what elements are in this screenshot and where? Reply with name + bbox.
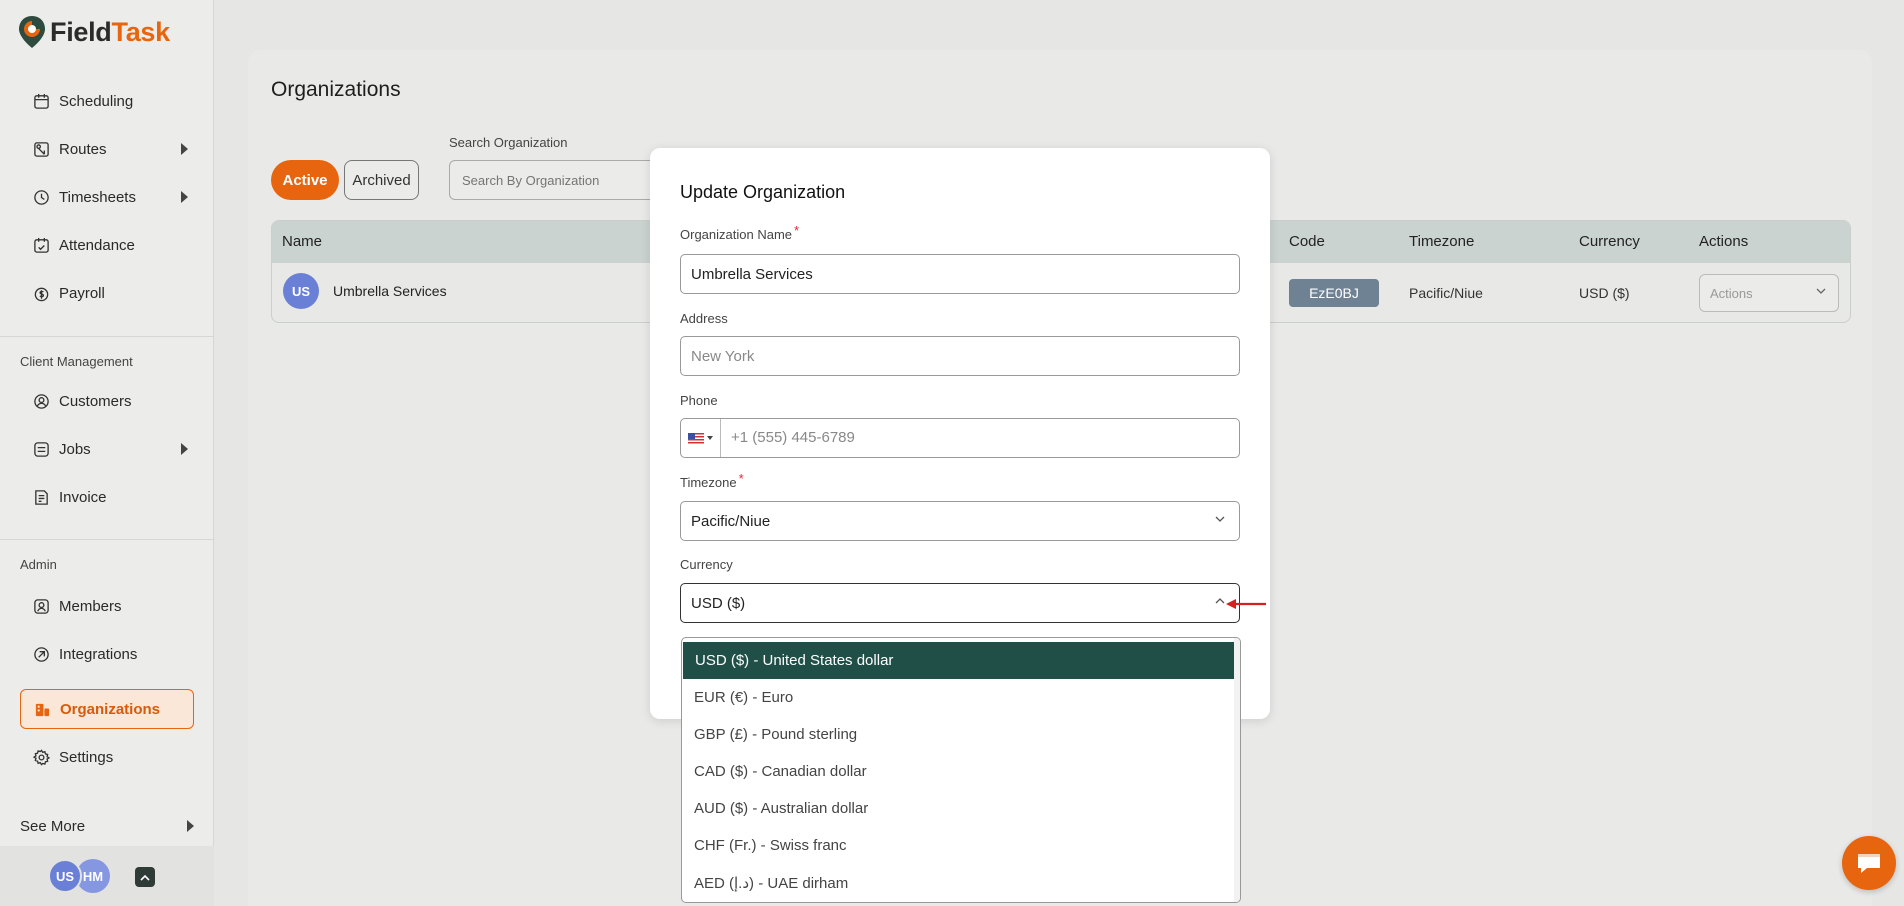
chevron-down-icon [1215, 516, 1225, 522]
search-label: Search Organization [449, 135, 568, 150]
currency-dropdown: USD ($) - United States dollar EUR (€) -… [681, 637, 1241, 903]
sidebar-item-invoice[interactable]: Invoice [20, 477, 194, 517]
section-label-admin: Admin [20, 557, 57, 572]
currency-option[interactable]: CHF (Fr.) - Swiss franc [682, 827, 1235, 864]
sidebar-item-payroll[interactable]: Payroll [20, 273, 194, 313]
sidebar-item-attendance[interactable]: Attendance [20, 225, 194, 265]
clock-icon [32, 188, 50, 206]
phone-value: +1 (555) 445-6789 [731, 429, 855, 446]
column-header-currency: Currency [1579, 233, 1640, 250]
column-header-name: Name [282, 233, 323, 250]
chat-bubble-icon [1858, 854, 1880, 873]
sidebar-item-routes[interactable]: Routes [20, 129, 194, 169]
sidebar-item-integrations[interactable]: Integrations [20, 634, 194, 674]
annotation-arrow-icon [1226, 599, 1266, 609]
currency-option[interactable]: USD ($) - United States dollar [683, 642, 1236, 679]
see-more-button[interactable]: See More [20, 818, 194, 835]
phone-input[interactable]: +1 (555) 445-6789 [680, 418, 1240, 458]
currency-option[interactable]: GBP (£) - Pound sterling [682, 716, 1235, 753]
avatar[interactable]: US [48, 859, 82, 893]
currency-select[interactable]: USD ($) [680, 583, 1240, 623]
currency-option[interactable]: CAD ($) - Canadian dollar [682, 753, 1235, 790]
brand-logo[interactable]: FieldTask [18, 14, 170, 50]
required-mark: * [794, 223, 800, 238]
currency-option[interactable]: AUD ($) - Australian dollar [682, 790, 1235, 827]
section-label-client-management: Client Management [20, 354, 133, 369]
column-header-code: Code [1289, 233, 1325, 250]
sidebar-divider [0, 336, 214, 337]
us-flag-icon [688, 432, 704, 444]
currency-option[interactable]: EUR (€) - Euro [682, 679, 1235, 716]
currency-option[interactable]: AED (د.إ) - UAE dirham [682, 864, 1235, 901]
sidebar-item-settings[interactable]: Settings [20, 737, 194, 777]
expand-up-button[interactable] [135, 867, 155, 887]
update-organization-modal: Update Organization Organization Name * U… [650, 148, 1270, 719]
timezone-label: Timezone * [680, 471, 744, 490]
logo-pin-icon [19, 16, 45, 48]
sidebar-divider [0, 539, 214, 540]
chevron-down-icon [1816, 288, 1826, 294]
chat-button[interactable] [1842, 836, 1896, 890]
members-icon [32, 597, 50, 615]
jobs-icon [32, 440, 50, 458]
chevron-right-icon [187, 820, 194, 832]
sidebar: FieldTask Scheduling Routes Timesheets A… [0, 0, 214, 906]
tab-active[interactable]: Active [271, 160, 339, 200]
user-bar: US HM [0, 846, 214, 906]
timezone-select[interactable]: Pacific/Niue [680, 501, 1240, 541]
invoice-icon [32, 488, 50, 506]
sidebar-item-customers[interactable]: Customers [20, 381, 194, 421]
tab-archived[interactable]: Archived [344, 160, 419, 200]
calendar-icon [32, 92, 50, 110]
org-name-input[interactable]: Umbrella Services [680, 254, 1240, 294]
address-input[interactable]: New York [680, 336, 1240, 376]
avatar: US [283, 273, 319, 309]
address-label: Address [680, 311, 728, 326]
column-header-timezone: Timezone [1409, 233, 1475, 250]
code-badge: EzE0BJ [1289, 279, 1379, 307]
attendance-icon [32, 236, 50, 254]
sidebar-item-scheduling[interactable]: Scheduling [20, 81, 194, 121]
actions-select[interactable]: Actions [1699, 274, 1839, 312]
chevron-right-icon[interactable] [181, 143, 188, 155]
modal-title: Update Organization [680, 182, 846, 202]
org-name: Umbrella Services [333, 283, 447, 299]
sidebar-item-jobs[interactable]: Jobs [20, 429, 194, 469]
caret-down-icon [707, 436, 713, 440]
dollar-circle-icon [32, 284, 50, 302]
route-map-icon [32, 140, 50, 158]
brand-name: FieldTask [50, 16, 170, 47]
country-code-select[interactable] [681, 419, 721, 457]
search-input[interactable] [449, 160, 664, 200]
currency-label: Currency [680, 557, 733, 572]
user-circle-icon [32, 392, 50, 410]
org-name-label: Organization Name * [680, 223, 800, 242]
org-timezone: Pacific/Niue [1409, 285, 1483, 301]
required-mark: * [738, 471, 744, 486]
page-title: Organizations [271, 78, 401, 101]
sidebar-item-timesheets[interactable]: Timesheets [20, 177, 194, 217]
organizations-icon [33, 700, 51, 718]
chevron-right-icon[interactable] [181, 443, 188, 455]
chevron-right-icon[interactable] [181, 191, 188, 203]
gear-icon [32, 748, 50, 766]
org-currency: USD ($) [1579, 285, 1630, 301]
dropdown-scrollbar[interactable] [1234, 638, 1240, 902]
column-header-actions: Actions [1699, 233, 1749, 250]
chevron-up-icon [140, 874, 150, 881]
sidebar-item-organizations[interactable]: Organizations [20, 689, 194, 729]
integrations-icon [32, 645, 50, 663]
sidebar-item-members[interactable]: Members [20, 586, 194, 626]
phone-label: Phone [680, 393, 718, 408]
